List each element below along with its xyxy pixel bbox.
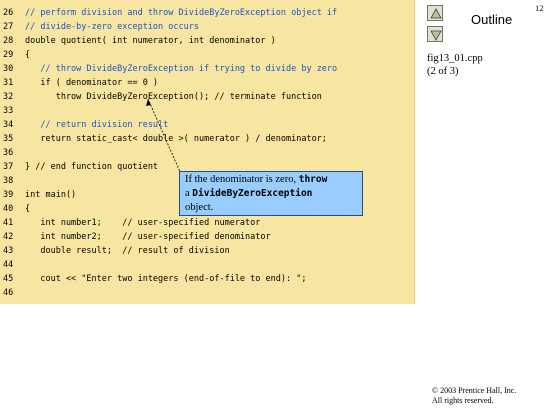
file-name: fig13_01.cpp xyxy=(427,53,483,64)
outline-title: Outline xyxy=(471,12,513,27)
line-number: 29 xyxy=(3,50,14,60)
page-info: (2 of 3) xyxy=(427,66,459,77)
code-text: int number2; // user-specified denominat… xyxy=(25,232,271,242)
line-number: 36 xyxy=(3,148,14,158)
code-panel: 26 // perform division and throw DivideBy… xyxy=(0,0,415,304)
code-text: } // end function quotient xyxy=(25,162,159,172)
callout-line-3: object. xyxy=(185,202,214,213)
line-number: 43 xyxy=(3,246,14,256)
line-number: 30 xyxy=(3,64,14,74)
copyright-line-2: All rights reserved. xyxy=(432,396,494,405)
callout-line-2: a DivideByZeroException xyxy=(185,187,357,201)
code-text: int number1; // user-specified numerator xyxy=(25,218,261,228)
code-text: double result; // result of division xyxy=(25,246,230,256)
line-number: 39 xyxy=(3,190,14,200)
code-text: // divide-by-zero exception occurs xyxy=(25,22,199,32)
code-text: { xyxy=(25,50,31,60)
line-number: 35 xyxy=(3,134,14,144)
triangle-up-icon xyxy=(430,8,442,19)
line-number: 38 xyxy=(3,176,14,186)
callout-code: throw xyxy=(298,174,328,185)
line-number: 44 xyxy=(3,260,14,270)
line-number: 45 xyxy=(3,274,14,284)
code-text: { xyxy=(25,204,31,214)
callout-line-1: If the denominator is zero, throw xyxy=(185,173,357,187)
code-text: // throw DivideByZeroException if trying… xyxy=(25,64,338,74)
code-text: // perform division and throw DivideByZe… xyxy=(25,8,338,18)
line-number: 33 xyxy=(3,106,14,116)
line-number: 27 xyxy=(3,22,14,32)
next-slide-button[interactable] xyxy=(427,26,443,42)
line-number: 40 xyxy=(3,204,14,214)
callout-text: If the denominator is zero, xyxy=(185,174,299,185)
slide-number: 12 xyxy=(535,3,544,13)
code-text: int main() xyxy=(25,190,77,200)
line-number: 34 xyxy=(3,120,14,130)
triangle-down-icon xyxy=(430,30,442,41)
line-number: 32 xyxy=(3,92,14,102)
previous-slide-button[interactable] xyxy=(427,5,443,21)
code-text: return static_cast< double >( numerator … xyxy=(25,134,327,144)
copyright: © 2003 Prentice Hall, Inc. All rights re… xyxy=(432,386,516,406)
line-number: 37 xyxy=(3,162,14,172)
line-number: 41 xyxy=(3,218,14,228)
line-number: 28 xyxy=(3,36,14,46)
callout-code: DivideByZeroException xyxy=(192,188,313,199)
code-text: throw DivideByZeroException(); // termin… xyxy=(25,92,322,102)
code-text: // return division result xyxy=(25,120,169,130)
line-number: 26 xyxy=(3,8,14,18)
code-text: if ( denominator == 0 ) xyxy=(25,78,159,88)
copyright-line-1: © 2003 Prentice Hall, Inc. xyxy=(432,386,517,395)
callout-box: If the denominator is zero, throw a Divi… xyxy=(179,171,363,216)
code-text: cout << "Enter two integers (end-of-file… xyxy=(25,274,307,284)
line-number: 46 xyxy=(3,288,14,298)
code-text: double quotient( int numerator, int deno… xyxy=(25,36,276,46)
line-number: 31 xyxy=(3,78,14,88)
line-number: 42 xyxy=(3,232,14,242)
